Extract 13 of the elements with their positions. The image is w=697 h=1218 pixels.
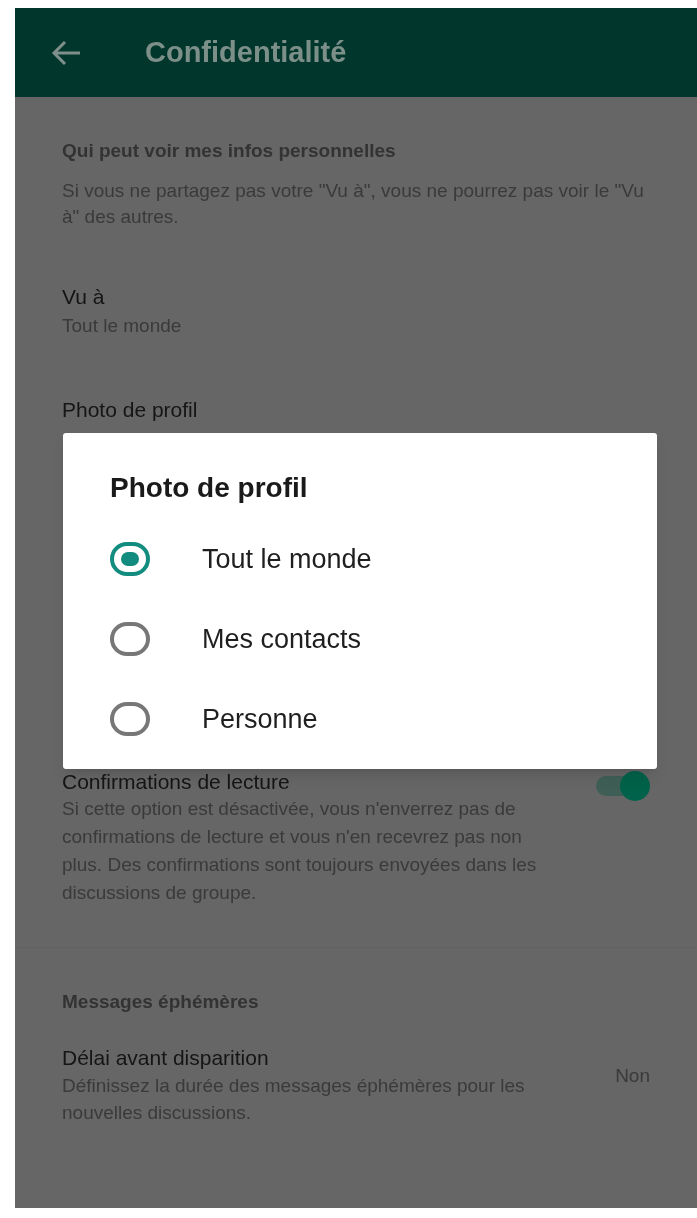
back-arrow-icon[interactable] [51,39,81,66]
setting-label: Photo de profil [62,396,198,423]
setting-label: Délai avant disparition [62,1045,269,1071]
setting-label: Vu à [62,283,106,310]
option-label[interactable]: Mes contacts [202,618,362,660]
radio-button[interactable] [110,622,150,656]
option-label[interactable]: Tout le monde [202,538,372,580]
radio-button[interactable] [110,542,150,576]
radio-button[interactable] [110,702,150,736]
option-label[interactable]: Personne [202,698,318,740]
screen-title: Confidentialité [145,34,347,70]
setting-label: Confirmations de lecture [62,768,290,795]
dialog-title: Photo de profil [110,471,308,505]
